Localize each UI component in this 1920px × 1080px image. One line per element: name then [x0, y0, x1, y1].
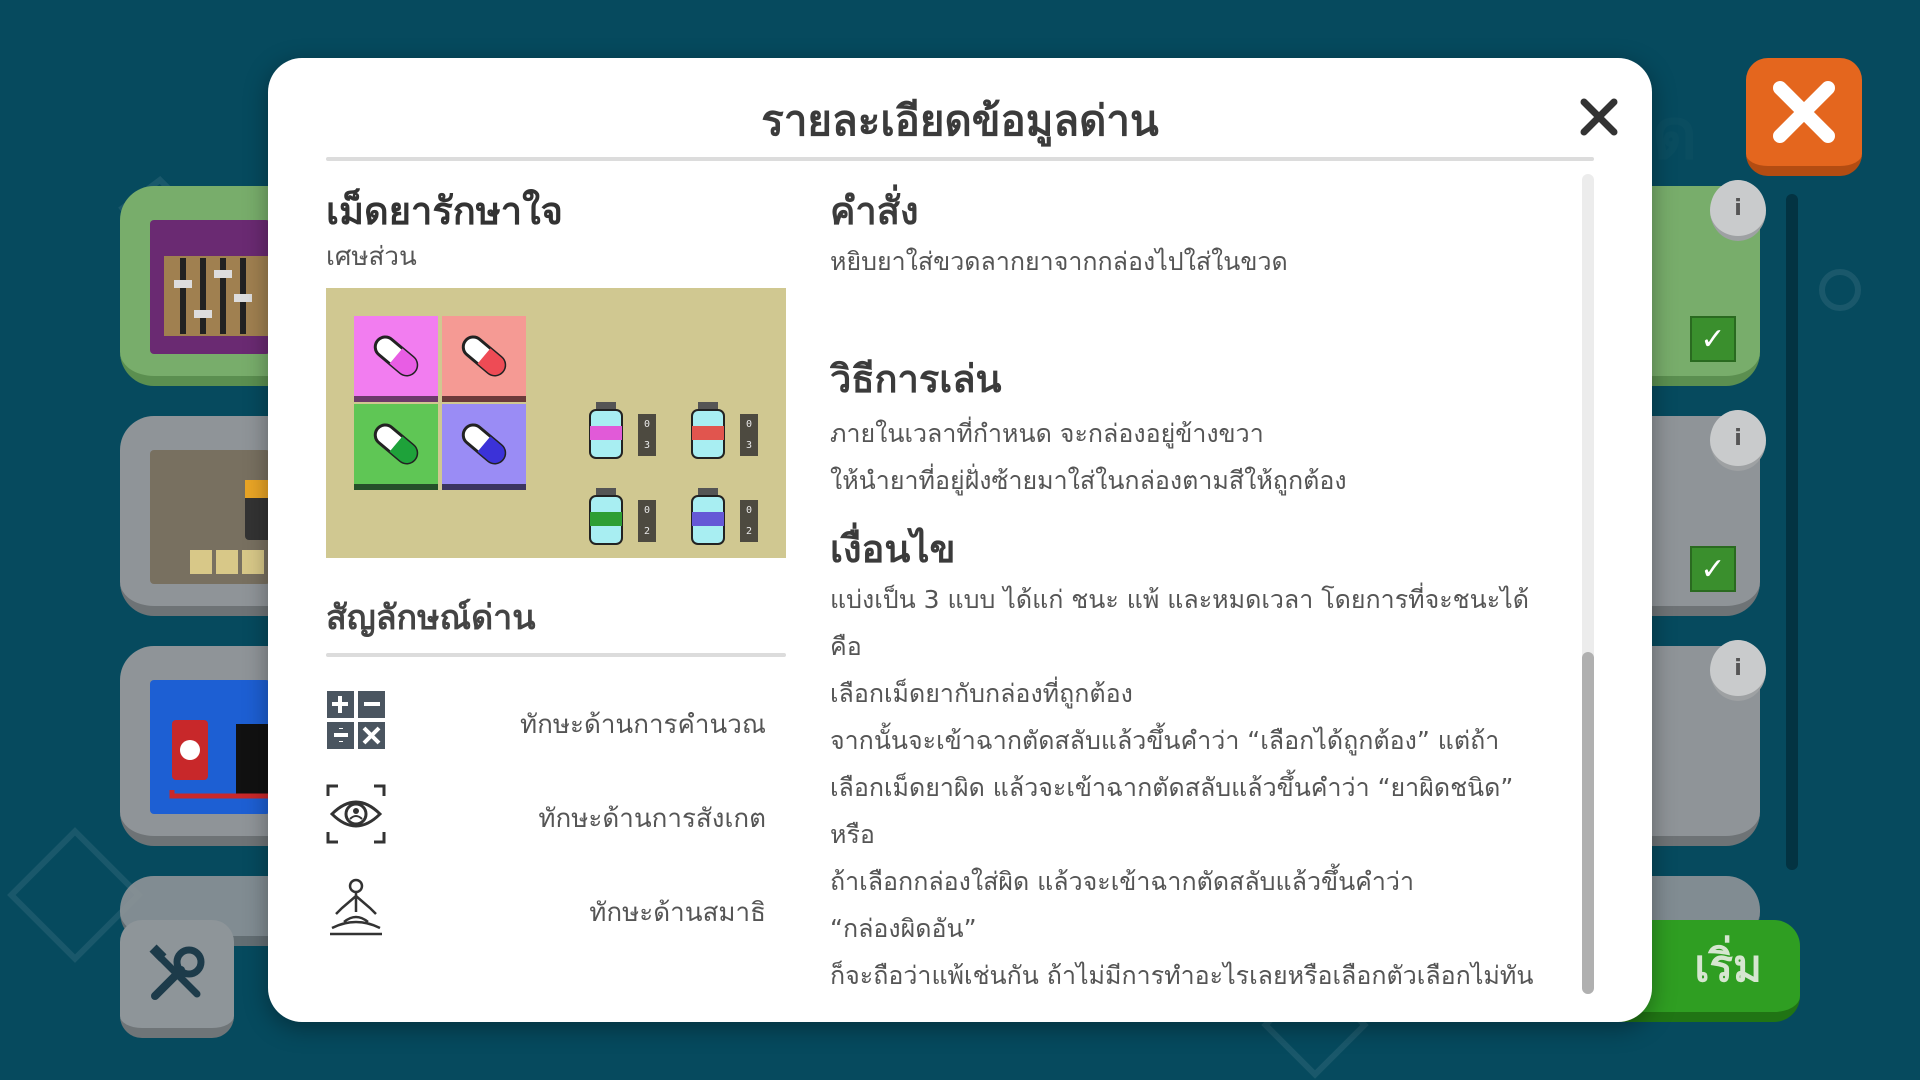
- modal-scrollbar[interactable]: [1582, 174, 1594, 994]
- instructions-text: หยิบยาใส่ขวดลากยาจากกล่องไปใส่ในขวด: [830, 247, 1288, 276]
- tools-icon: [149, 944, 205, 1000]
- battery-thumbnail: [190, 480, 275, 574]
- bomb-thumbnail: [169, 720, 276, 799]
- red-medicine-bottle: [690, 402, 726, 460]
- skill-calculation: ทักษะด้านการคำนวณ: [326, 690, 766, 752]
- scrollbar-thumb[interactable]: [1582, 652, 1594, 994]
- conditions-text: แบ่งเป็น 3 แบบ ได้แก่ ชนะ แพ้ และหมดเวลา…: [830, 585, 1534, 990]
- background-scrollbar[interactable]: [1786, 194, 1798, 870]
- level-thumbnail: [150, 450, 275, 584]
- level-category: เศษส่วน: [326, 242, 417, 272]
- pink-medicine-bottle: [588, 402, 624, 460]
- settings-button[interactable]: [120, 920, 234, 1038]
- title-divider: [326, 157, 1594, 161]
- green-pill-icon: [373, 423, 419, 465]
- purple-medicine-bottle: [690, 488, 726, 546]
- completed-check-icon: ✓: [1690, 546, 1736, 592]
- skill-observation: ทักษะด้านการสังเกต: [326, 784, 766, 846]
- close-icon: [1773, 81, 1835, 143]
- exit-button[interactable]: [1746, 58, 1862, 176]
- purple-pill-icon: [461, 423, 507, 465]
- instructions-heading: คำสั่ง: [830, 189, 919, 233]
- symbols-divider: [326, 653, 786, 657]
- skill-label: ทักษะด้านการสังเกต: [538, 804, 766, 834]
- mixer-thumbnail: [164, 256, 270, 336]
- background-title-fragment: ด: [1652, 93, 1698, 175]
- red-bottle-counter: 03: [740, 414, 758, 456]
- conditions-heading: เงื่อนไข: [830, 527, 956, 571]
- level-symbols-heading: สัญลักษณ์ด่าน: [326, 598, 536, 638]
- calculator-icon: [327, 691, 385, 749]
- meditation-icon: [330, 878, 382, 936]
- green-medicine-bottle: [588, 488, 624, 546]
- howto-text: ภายในเวลาที่กำหนด จะกล่องอยู่ข้างขวา ให้…: [830, 419, 1347, 495]
- completed-check-icon: ✓: [1690, 316, 1736, 362]
- green-bottle-counter: 02: [638, 500, 656, 542]
- description-scroll-area[interactable]: คำสั่ง หยิบยาใส่ขวดลากยาจากกล่องไปใส่ในข…: [830, 176, 1560, 996]
- purple-bottle-counter: 02: [740, 500, 758, 542]
- skill-concentration: ทักษะด้านสมาธิ: [326, 878, 766, 940]
- pink-pill-tile: [354, 316, 438, 402]
- howto-heading: วิธีการเล่น: [830, 357, 1002, 401]
- red-pill-icon: [461, 335, 507, 377]
- level-thumbnail: [150, 680, 276, 814]
- green-pill-tile: [354, 404, 438, 490]
- level-thumbnail: [150, 220, 270, 354]
- modal-close-button[interactable]: [1578, 96, 1620, 138]
- level-details-modal: รายละเอียดข้อมูลด่าน เม็ดยารักษาใจ เศษส่…: [268, 58, 1652, 1022]
- close-icon: [1580, 98, 1618, 136]
- info-button[interactable]: i: [1710, 410, 1766, 471]
- purple-pill-tile: [442, 404, 526, 490]
- level-name: เม็ดยารักษาใจ: [326, 189, 563, 233]
- pink-bottle-counter: 03: [638, 414, 656, 456]
- skill-label: ทักษะด้านสมาธิ: [589, 898, 766, 928]
- modal-title: รายละเอียดข้อมูลด่าน: [761, 96, 1159, 145]
- info-button[interactable]: i: [1710, 640, 1766, 701]
- pink-pill-icon: [373, 335, 419, 377]
- info-button[interactable]: i: [1710, 180, 1766, 241]
- level-preview-image: 03 03 02 02: [326, 288, 786, 558]
- skill-label: ทักษะด้านการคำนวณ: [519, 710, 766, 740]
- eye-scan-icon: [326, 784, 386, 844]
- red-pill-tile: [442, 316, 526, 402]
